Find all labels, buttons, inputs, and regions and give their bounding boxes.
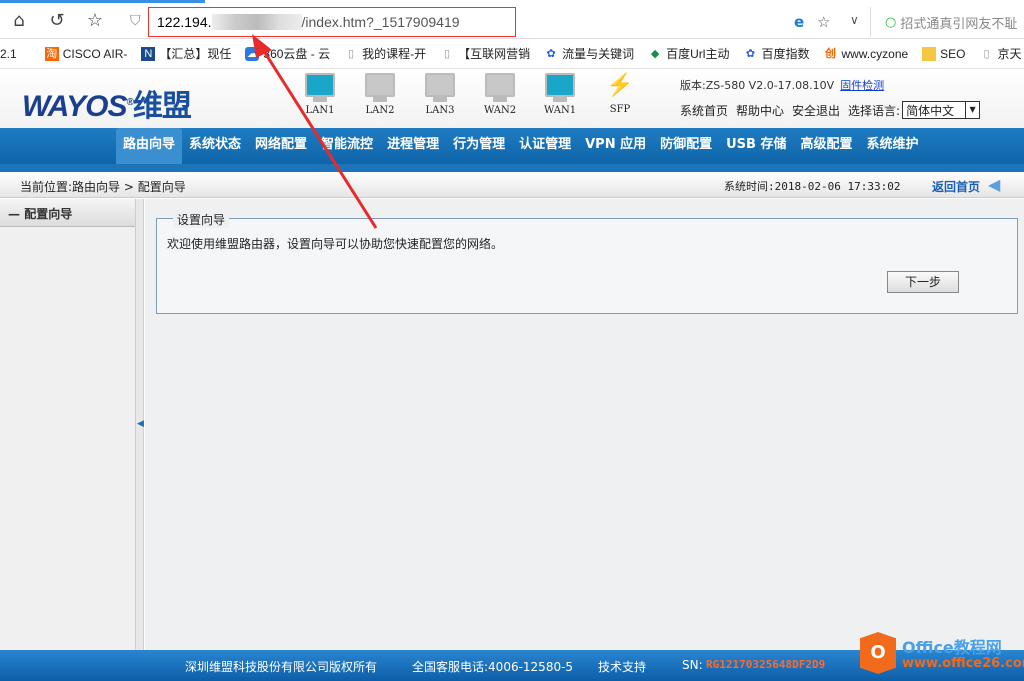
dropdown-chevron-icon[interactable]: ∨: [850, 13, 859, 27]
nav-route-wizard[interactable]: 路由向导: [116, 128, 183, 164]
breadcrumb: 当前位置:路由向导 > 配置向导 系统时间:2018-02-06 17:33:0…: [0, 172, 1024, 198]
wayos-logo: WAYOS®维盟: [22, 90, 192, 123]
welcome-message: 欢迎使用维盟路由器，设置向导可以协助您快速配置您的网络。: [167, 237, 504, 251]
header-links: 系统首页 帮助中心 安全退出 选择语言: 简体中文 ▼: [680, 101, 981, 119]
browser-toolbar: ⌂ ↺ ☆ ⛉ 122.194./index.htm?_1517909419 e…: [0, 3, 1024, 39]
home-icon[interactable]: ⌂: [0, 10, 38, 31]
nav-process-management[interactable]: 进程管理: [380, 128, 446, 164]
office-logo-icon: O: [860, 632, 896, 674]
help-center-link[interactable]: 帮助中心: [736, 102, 784, 119]
setup-wizard-panel: 设置向导 欢迎使用维盟路由器，设置向导可以协助您快速配置您的网络。 下一步: [156, 211, 1018, 314]
collapse-arrow-icon[interactable]: ◀: [137, 419, 144, 429]
baidu-paw-icon: ✿: [745, 47, 756, 60]
system-home-link[interactable]: 系统首页: [680, 102, 728, 119]
bookmark[interactable]: ▯ 京天: [980, 45, 1021, 62]
bookmark[interactable]: ▭ SEO: [922, 46, 966, 61]
back-arrow-icon[interactable]: ◀: [988, 175, 1000, 194]
port-lan1: LAN1: [290, 73, 350, 116]
folder-icon: ▭: [922, 46, 937, 61]
search-icon: ○: [885, 14, 897, 30]
bookmark[interactable]: ▯ 我的课程-开: [344, 45, 426, 62]
bookmark[interactable]: ✿ 流量与关键词: [544, 45, 634, 62]
ie-mode-icon[interactable]: e: [794, 13, 804, 31]
bookmark[interactable]: ✿ 百度指数: [743, 45, 810, 62]
bookmark-icon: 淘: [44, 46, 59, 61]
port-sfp: ⚡ SFP: [590, 73, 650, 116]
shield-icon: ⛉: [130, 13, 141, 29]
monitor-icon: [545, 73, 575, 97]
nav-auth-management[interactable]: 认证管理: [512, 128, 578, 164]
address-bar[interactable]: 122.194./index.htm?_1517909419: [148, 7, 516, 37]
port-wan2: WAN2: [470, 73, 530, 116]
page-icon: ▯: [983, 47, 990, 60]
firmware-check-link[interactable]: 固件检测: [840, 79, 884, 92]
port-wan1: WAN1: [530, 73, 590, 116]
bookmark[interactable]: 创 www.cyzone: [823, 47, 908, 61]
nav-system-status[interactable]: 系统状态: [182, 128, 248, 164]
search-box[interactable]: ○ 招式通真引网友不耻: [870, 7, 1024, 37]
nav-system-maintenance[interactable]: 系统维护: [860, 128, 926, 164]
panel-title: 设置向导: [173, 211, 230, 228]
bookmark-star-icon[interactable]: ☆: [817, 13, 830, 31]
router-header: WAYOS®维盟 LAN1 LAN2 LAN3 WAN2 WAN1 ⚡ SFP 版…: [0, 69, 1024, 128]
content-area: 设置向导 欢迎使用维盟路由器，设置向导可以协助您快速配置您的网络。 下一步: [145, 199, 1024, 650]
bookmark-icon: N: [141, 46, 156, 61]
bookmark-icon: ◆: [650, 47, 660, 60]
main-nav: 路由向导 系统状态 网络配置 智能流控 进程管理 行为管理 认证管理 VPN 应…: [0, 128, 1024, 164]
hotline: 全国客服电话:4006-12580-5: [412, 660, 574, 674]
sidebar: — 配置向导: [0, 199, 136, 650]
nav-usb-storage[interactable]: USB 存储: [719, 128, 793, 164]
favorite-star-icon[interactable]: ☆: [76, 10, 114, 31]
sidebar-splitter[interactable]: ◀: [136, 199, 144, 650]
collapse-icon: —: [8, 207, 25, 221]
chevron-down-icon: ▼: [965, 102, 979, 118]
monitor-icon: [425, 73, 455, 97]
nav-advanced-config[interactable]: 高级配置: [793, 128, 859, 164]
bookmark[interactable]: N 【汇总】现任: [141, 45, 231, 62]
port-lan3: LAN3: [410, 73, 470, 116]
copyright: 深圳维盟科技股份有限公司版权所有: [185, 660, 378, 674]
bookmarks-bar: 2.1 淘 CISCO AIR- N 【汇总】现任 ☁ 360云盘 - 云 ▯ 我的课程…: [0, 39, 1024, 69]
monitor-icon: [305, 73, 335, 97]
bookmark[interactable]: ◆ 百度Url主动: [648, 45, 730, 62]
baidu-paw-icon: ✿: [546, 47, 556, 60]
nav-behavior-management[interactable]: 行为管理: [446, 128, 512, 164]
page-icon: ▯: [348, 47, 355, 60]
logout-link[interactable]: 安全退出: [792, 102, 840, 119]
cloud-icon: ☁: [245, 46, 260, 61]
port-status: LAN1 LAN2 LAN3 WAN2 WAN1 ⚡ SFP: [290, 73, 650, 116]
port-lan2: LAN2: [350, 73, 410, 116]
bookmark[interactable]: ☁ 360云盘 - 云: [245, 45, 330, 62]
nav-vpn[interactable]: VPN 应用: [578, 128, 653, 164]
sn-value: RG12170325648DF2D9: [706, 658, 826, 671]
sfp-plug-icon: ⚡: [606, 73, 634, 98]
nav-network-config[interactable]: 网络配置: [248, 128, 314, 164]
nav-defense-config[interactable]: 防御配置: [653, 128, 719, 164]
redacted-ip: [211, 14, 302, 30]
nav-subbar: [0, 164, 1024, 172]
cyzone-icon: 创: [824, 47, 836, 60]
bookmark[interactable]: ▯ 【互联网营销: [440, 45, 530, 62]
language-label: 选择语言:: [848, 103, 901, 118]
tech-support-link[interactable]: 技术支持: [598, 658, 646, 675]
back-icon[interactable]: ↺: [38, 10, 76, 31]
return-home-link[interactable]: 返回首页: [932, 178, 980, 195]
version-info: 版本:ZS-580 V2.0-17.08.10V 固件检测: [680, 79, 885, 92]
sidebar-item-config-wizard[interactable]: — 配置向导: [0, 199, 135, 227]
bookmark[interactable]: 淘 CISCO AIR-: [44, 46, 127, 61]
system-time: 系统时间:2018-02-06 17:33:02: [724, 180, 901, 193]
sn-label: SN:: [682, 658, 703, 672]
next-step-button[interactable]: 下一步: [887, 271, 959, 293]
watermark: O Office教程网 www.office26.com: [860, 632, 1024, 681]
monitor-icon: [485, 73, 515, 97]
nav-flow-control[interactable]: 智能流控: [314, 128, 380, 164]
bookmark[interactable]: 2.1: [0, 47, 31, 61]
language-select[interactable]: 简体中文 ▼: [902, 101, 981, 119]
page-icon: ▯: [444, 47, 451, 60]
monitor-icon: [365, 73, 395, 97]
